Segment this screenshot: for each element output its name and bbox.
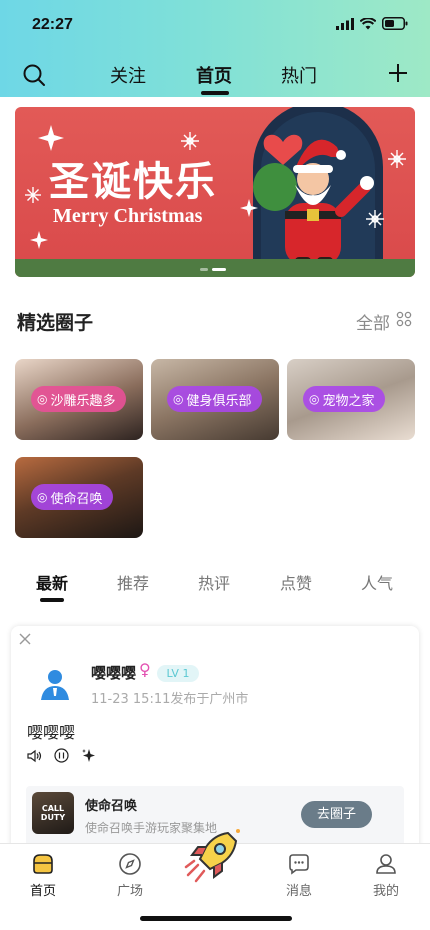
tab-follow[interactable]: 关注 xyxy=(110,62,146,88)
christmas-banner[interactable]: 圣诞快乐 Merry Christmas xyxy=(15,107,415,277)
bottom-nav-square[interactable]: 广场 xyxy=(100,852,160,899)
avatar[interactable] xyxy=(37,666,73,702)
battery-icon xyxy=(382,17,408,30)
post-actions xyxy=(27,748,96,763)
feed-tab-likes[interactable]: 点赞 xyxy=(280,570,312,594)
post-text: 嘤嘤嘤 xyxy=(27,723,76,742)
add-icon[interactable] xyxy=(388,63,408,83)
signal-icon xyxy=(336,17,354,30)
post-username[interactable]: 嘤嘤嘤 xyxy=(91,662,136,683)
number-11-icon[interactable] xyxy=(54,748,69,763)
sparkle-icon[interactable] xyxy=(81,748,96,763)
tab-active-indicator xyxy=(201,91,229,95)
circle-label: 健身俱乐部 xyxy=(186,393,252,409)
app-header: 22:27 关注 首页 热门 xyxy=(0,0,430,97)
go-to-circle-button[interactable]: 去圈子 xyxy=(301,801,372,828)
feed-tab-latest[interactable]: 最新 xyxy=(36,570,68,594)
circle-name: 使命召唤 xyxy=(85,799,138,814)
at-icon: ◎ xyxy=(37,392,48,406)
bottom-nav-home[interactable]: 首页 xyxy=(13,852,73,899)
at-icon: ◎ xyxy=(173,392,184,406)
banner-dot-active xyxy=(212,268,226,271)
banner-pagination xyxy=(200,268,226,271)
banner-title: 圣诞快乐 xyxy=(49,158,217,205)
circle-card-pets[interactable]: ◎ 宠物之家 xyxy=(287,359,415,440)
wifi-icon xyxy=(360,17,376,29)
circle-label: 沙雕乐趣多 xyxy=(50,393,116,409)
feed-tab-indicator xyxy=(40,598,64,602)
circle-label: 宠物之家 xyxy=(322,393,375,409)
banner-dot xyxy=(200,268,208,271)
user-icon xyxy=(376,854,396,874)
circle-pill: ◎ 宠物之家 xyxy=(303,386,385,412)
at-icon: ◎ xyxy=(309,392,320,406)
speaker-icon[interactable] xyxy=(27,749,42,763)
post-card[interactable]: 嘤嘤嘤 ♀ LV 1 11-23 15:11发布于广州市 嘤嘤嘤 CALL DU… xyxy=(11,626,419,856)
featured-all-link[interactable]: 全部 xyxy=(356,309,390,334)
home-icon xyxy=(33,854,53,874)
bottom-nav-label: 消息 xyxy=(285,884,312,899)
circle-card-funny[interactable]: ◎ 沙雕乐趣多 xyxy=(15,359,143,440)
bottom-nav-label: 我的 xyxy=(372,884,399,899)
status-time: 22:27 xyxy=(32,16,73,33)
status-icons xyxy=(336,17,408,30)
female-icon: ♀ xyxy=(139,660,151,679)
close-icon[interactable] xyxy=(19,633,31,645)
tab-home[interactable]: 首页 xyxy=(196,62,232,88)
home-indicator xyxy=(140,916,292,921)
circle-pill: ◎ 使命召唤 xyxy=(31,484,113,510)
tab-hot[interactable]: 热门 xyxy=(281,62,317,88)
grid-icon[interactable] xyxy=(396,311,412,327)
search-icon[interactable] xyxy=(22,63,46,87)
feed-tab-hot-comments[interactable]: 热评 xyxy=(198,570,230,594)
featured-title: 精选圈子 xyxy=(17,312,94,334)
bottom-nav-profile[interactable]: 我的 xyxy=(356,852,416,899)
bottom-nav-messages[interactable]: 消息 xyxy=(269,852,329,899)
feed-tab-popular[interactable]: 人气 xyxy=(361,570,393,594)
at-icon: ◎ xyxy=(37,490,48,504)
circle-label: 使命召唤 xyxy=(50,491,103,507)
bottom-nav-label: 广场 xyxy=(116,884,143,899)
circle-card-fitness[interactable]: ◎ 健身俱乐部 xyxy=(151,359,279,440)
banner-subtitle: Merry Christmas xyxy=(53,205,203,227)
feed-tab-recommend[interactable]: 推荐 xyxy=(117,570,149,594)
chat-icon xyxy=(289,854,309,875)
circle-pill: ◎ 沙雕乐趣多 xyxy=(31,386,126,412)
circle-pill: ◎ 健身俱乐部 xyxy=(167,386,262,412)
post-meta: 11-23 15:11发布于广州市 xyxy=(91,692,249,707)
circle-card-cod[interactable]: ◎ 使命召唤 xyxy=(15,457,143,538)
feed-tabs: 最新 推荐 热评 点赞 人气 xyxy=(0,570,430,600)
bottom-nav-label: 首页 xyxy=(29,884,56,899)
rocket-icon[interactable] xyxy=(184,825,244,885)
level-badge: LV 1 xyxy=(157,665,199,682)
circle-logo: CALL DUTY xyxy=(32,792,74,834)
compass-icon xyxy=(119,853,141,875)
